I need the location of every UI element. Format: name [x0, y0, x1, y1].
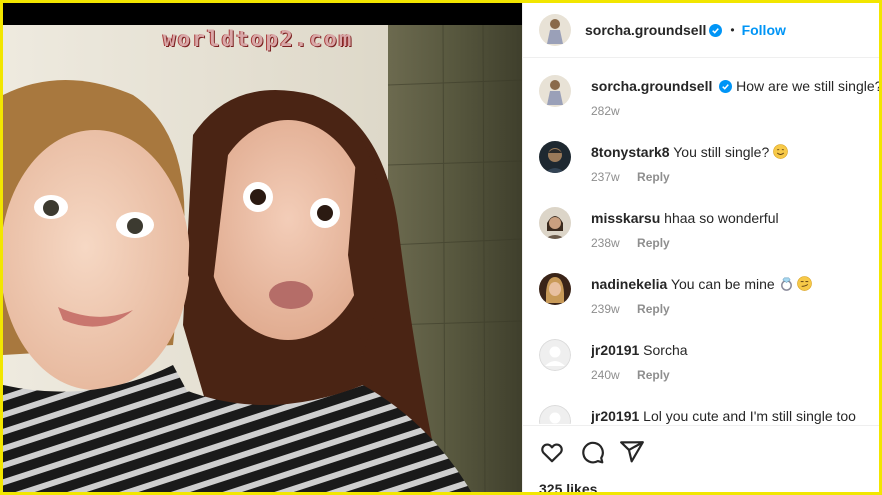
comment-meta: 282w [591, 104, 620, 118]
comment-text: 8tonystark8 You still single? [591, 143, 879, 161]
avatar[interactable] [539, 273, 571, 305]
reply-button[interactable]: Reply [637, 302, 670, 316]
user-avatar-image [539, 141, 571, 173]
heart-icon[interactable] [539, 439, 565, 465]
header-username[interactable]: sorcha.groundsell [585, 22, 706, 38]
smile-emoji-icon [773, 144, 788, 159]
separator-dot: • [730, 23, 735, 37]
follow-button[interactable]: Follow [742, 22, 786, 38]
user-avatar-image [539, 207, 571, 239]
comment-icon[interactable] [579, 439, 605, 465]
post-side-panel: sorcha.groundsell • Follow sorcha.ground… [522, 3, 882, 492]
screenshot-frame: worldtop2.com sorcha.groundsell • Follow [0, 0, 882, 495]
selfie-illustration [3, 25, 522, 492]
comment-body: hhaa so wonderful [664, 210, 779, 226]
verified-badge-icon [719, 80, 733, 93]
default-avatar-icon [539, 339, 571, 371]
likes-count[interactable]: 325 likes [539, 481, 597, 492]
list-item: misskarsu hhaa so wonderful 238w Reply [539, 207, 879, 267]
default-avatar-icon [539, 405, 571, 424]
comment-username[interactable]: 8tonystark8 [591, 144, 670, 160]
reply-button[interactable]: Reply [637, 236, 670, 250]
avatar[interactable] [539, 14, 571, 46]
user-avatar-image [539, 273, 571, 305]
comment-body: How are we still single? [736, 78, 882, 94]
comment-age: 239w [591, 302, 620, 316]
avatar[interactable] [539, 141, 571, 173]
comment-text: nadinekelia You can be mine [591, 275, 879, 293]
post-photo[interactable]: worldtop2.com [3, 3, 522, 492]
photo-top-bar [3, 3, 522, 25]
comment-text: sorcha.groundsell How are we still singl… [591, 77, 882, 95]
comment-username[interactable]: sorcha.groundsell [591, 78, 712, 94]
verified-badge-icon [709, 23, 723, 37]
comment-age: 237w [591, 170, 620, 184]
comment-text: jr20191 Lol you cute and I'm still singl… [591, 407, 879, 424]
watermark-text: worldtop2.com [163, 27, 354, 51]
owner-avatar-image [539, 75, 571, 107]
comment-meta: 239w Reply [591, 302, 670, 316]
comment-text: jr20191 Sorcha [591, 341, 879, 359]
comments-list[interactable]: sorcha.groundsell How are we still singl… [523, 59, 882, 424]
avatar[interactable] [539, 405, 571, 424]
comment-username[interactable]: nadinekelia [591, 276, 667, 292]
avatar[interactable] [539, 75, 571, 107]
comment-body: Sorcha [643, 342, 688, 358]
owner-avatar-image [539, 14, 571, 46]
caption-comment: sorcha.groundsell How are we still singl… [539, 75, 882, 135]
comment-meta: 240w Reply [591, 368, 670, 382]
comment-username[interactable]: misskarsu [591, 210, 660, 226]
photo-image [3, 25, 522, 492]
share-icon[interactable] [619, 439, 645, 465]
list-item: jr20191 Sorcha 240w Reply [539, 339, 879, 399]
smirk-emoji-icon [797, 276, 813, 291]
comment-age: 240w [591, 368, 620, 382]
action-bar: 325 likes [523, 425, 879, 492]
avatar[interactable] [539, 207, 571, 239]
comment-meta: 238w Reply [591, 236, 670, 250]
comment-body: You still single? [673, 144, 770, 160]
comment-body: Lol you cute and I'm still single too [643, 408, 856, 424]
comment-body: You can be mine [670, 276, 775, 292]
comment-age: 282w [591, 104, 620, 118]
comment-username[interactable]: jr20191 [591, 342, 639, 358]
reply-button[interactable]: Reply [637, 368, 670, 382]
list-item: jr20191 Lol you cute and I'm still singl… [539, 405, 879, 424]
comment-text: misskarsu hhaa so wonderful [591, 209, 879, 227]
post-header: sorcha.groundsell • Follow [523, 3, 879, 58]
reply-button[interactable]: Reply [637, 170, 670, 184]
comment-age: 238w [591, 236, 620, 250]
comment-username[interactable]: jr20191 [591, 408, 639, 424]
comment-meta: 237w Reply [591, 170, 670, 184]
ring-emoji-icon [780, 277, 792, 291]
avatar[interactable] [539, 339, 571, 371]
list-item: 8tonystark8 You still single? 237w Reply [539, 141, 879, 201]
list-item: nadinekelia You can be mine 239w Reply [539, 273, 879, 333]
